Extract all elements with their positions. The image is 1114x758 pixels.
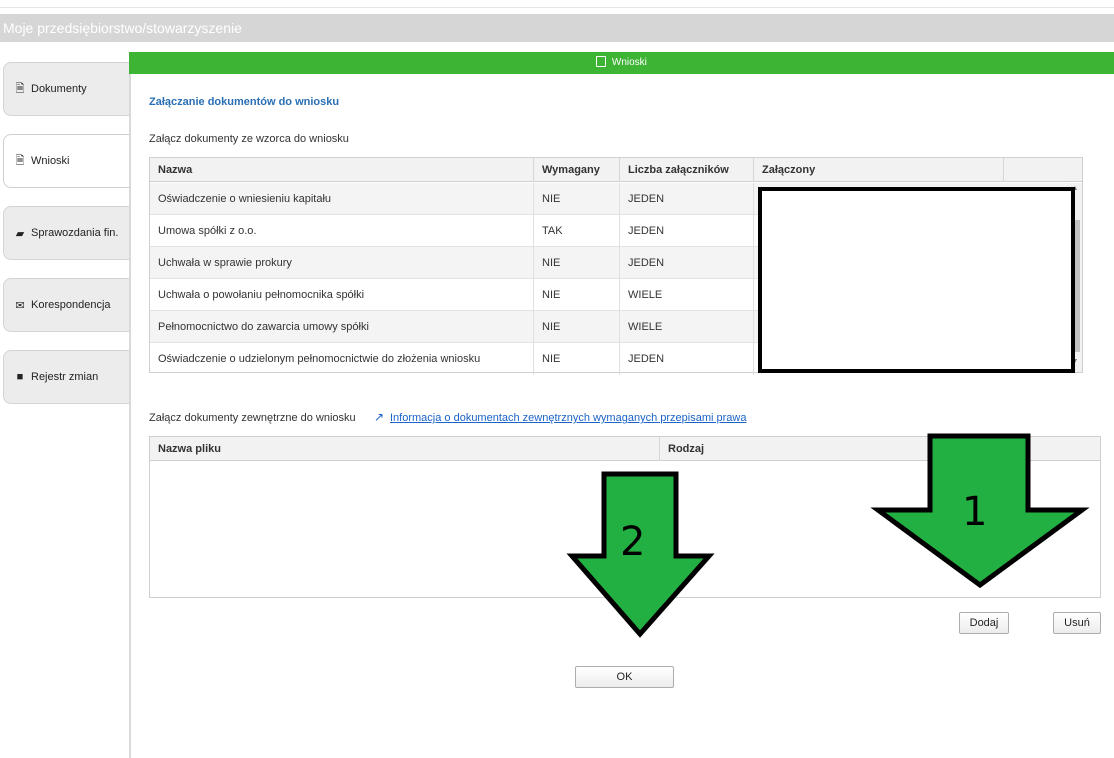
annotation-overlay: 1 2 — [566, 433, 1090, 638]
arrow-2-label: 2 — [620, 519, 645, 565]
arrow-1-label: 1 — [962, 489, 987, 535]
